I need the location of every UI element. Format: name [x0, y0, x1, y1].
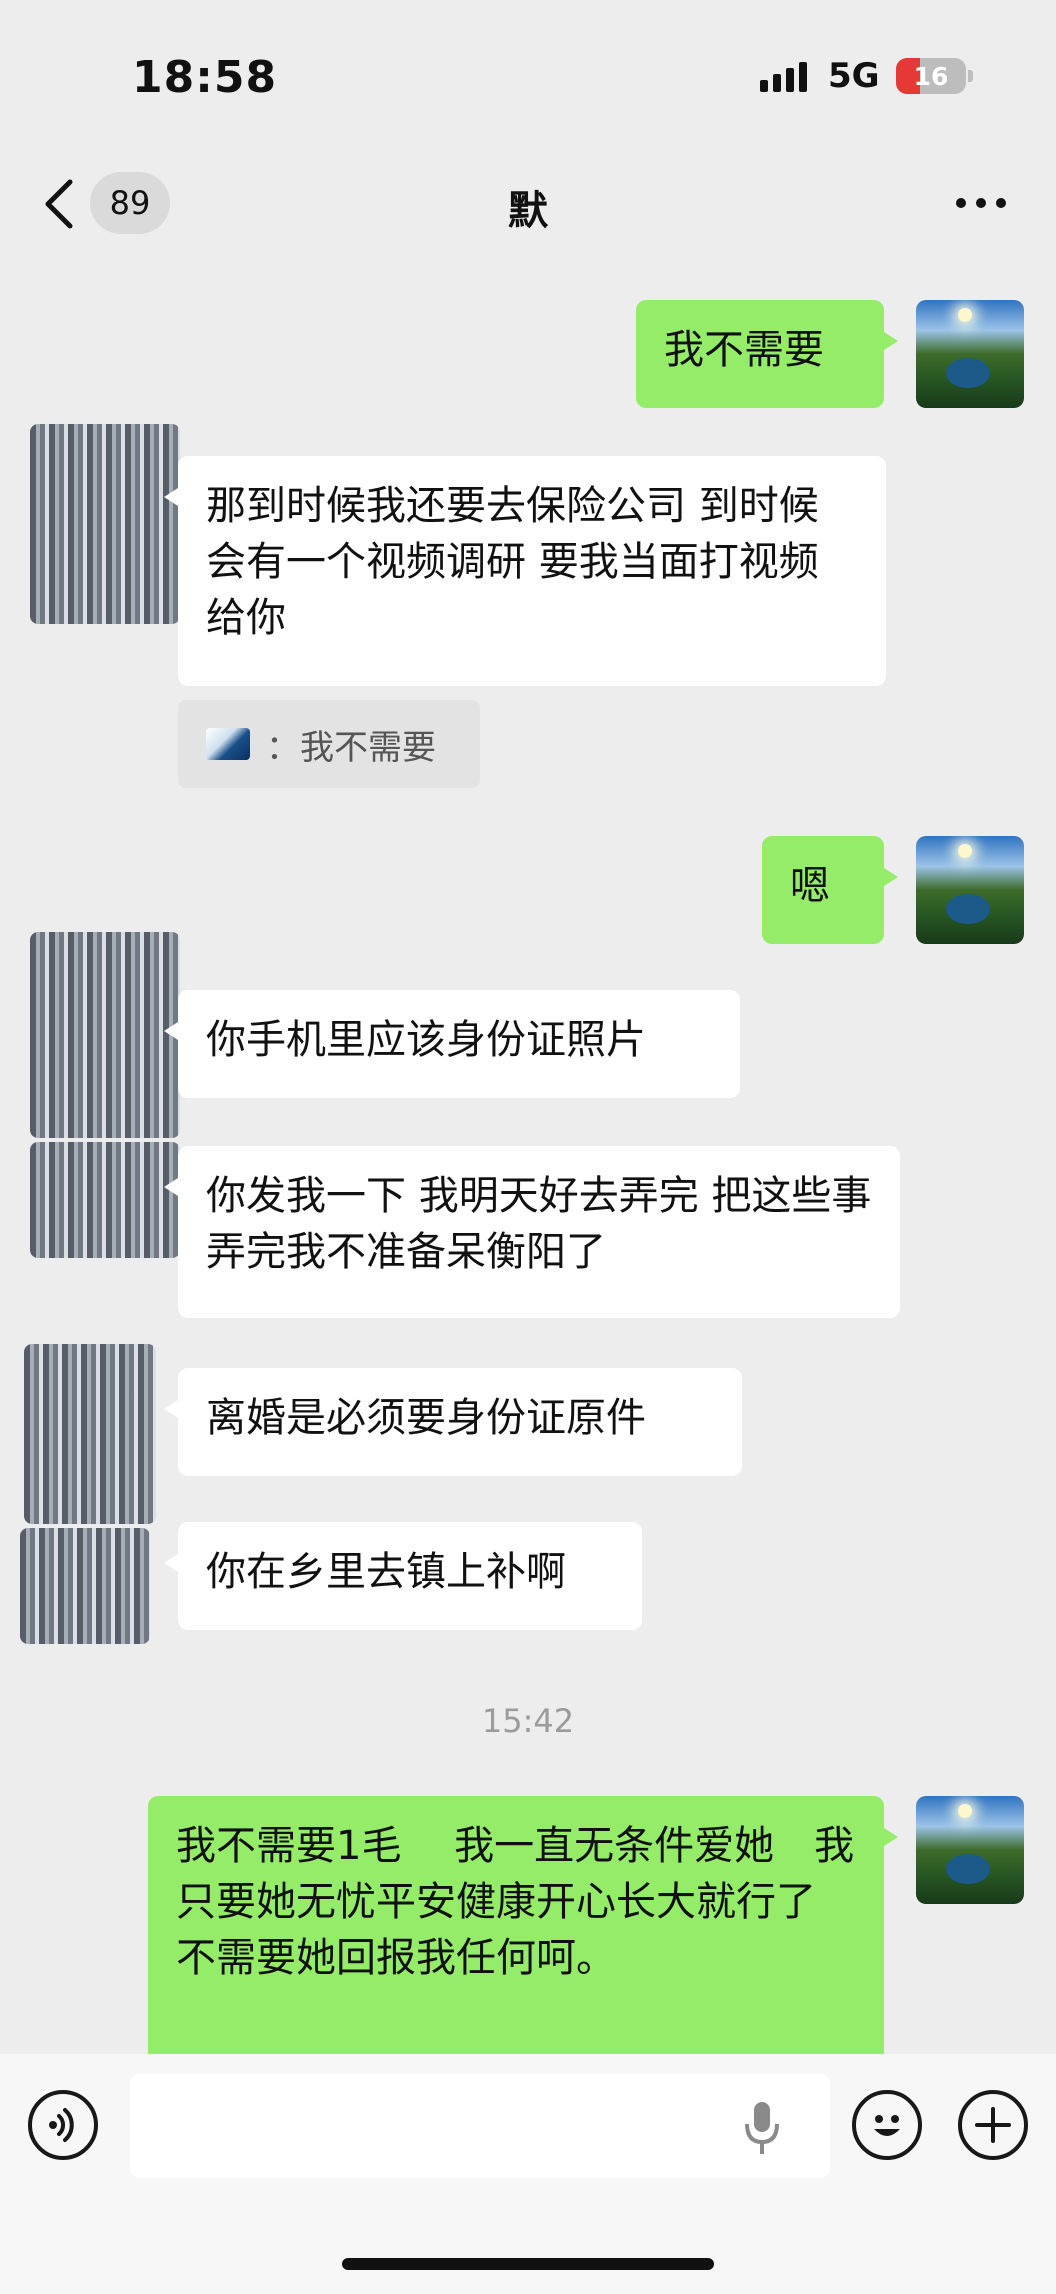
timestamp: 15:42 [481, 1702, 575, 1740]
network-label: 5G [828, 56, 880, 96]
voice-icon[interactable] [28, 2090, 98, 2160]
message-bubble-other[interactable]: 你发我一下 我明天好去弄完 把这些事弄完我不准备呆衡阳了 [164, 1146, 900, 1318]
home-indicator [342, 2258, 714, 2270]
wave-icon [206, 728, 250, 760]
more-icon[interactable] [956, 198, 1006, 208]
plus-icon[interactable] [958, 2090, 1028, 2160]
contact-avatar[interactable] [20, 1528, 150, 1644]
message-bubble-me[interactable]: 我不需要 [636, 300, 898, 408]
signal-icon [760, 62, 807, 92]
my-avatar[interactable] [916, 300, 1024, 408]
message-input[interactable] [130, 2074, 830, 2178]
emoji-icon[interactable] [852, 2090, 922, 2160]
mic-icon[interactable] [742, 2100, 782, 2156]
contact-avatar[interactable] [30, 424, 180, 624]
my-avatar[interactable] [916, 1796, 1024, 1904]
battery-icon: 16 [896, 58, 966, 94]
quoted-message[interactable]: ：我不需要 [178, 700, 480, 788]
message-bubble-other[interactable]: 离婚是必须要身份证原件 [164, 1368, 742, 1476]
message-bubble-other[interactable]: 那到时候我还要去保险公司 到时候会有一个视频调研 要我当面打视频给你 [164, 456, 886, 686]
message-bubble-other[interactable]: 你在乡里去镇上补啊 [164, 1522, 642, 1630]
message-bubble-me[interactable]: 我不需要1毛 我一直无条件爱她 我只要她无忧平安健康开心长大就行了 不需要她回报… [148, 1796, 898, 2086]
quoted-text: ：我不需要 [266, 727, 436, 768]
battery-tip [968, 70, 973, 82]
message-bubble-other[interactable]: 你手机里应该身份证照片 [164, 990, 740, 1098]
chat-title: 默 [508, 188, 548, 234]
contact-avatar[interactable] [24, 1344, 156, 1524]
contact-avatar[interactable] [30, 1142, 180, 1258]
battery-level: 16 [913, 61, 949, 91]
contact-avatar[interactable] [30, 932, 180, 1138]
my-avatar[interactable] [916, 836, 1024, 944]
status-time: 18:58 [132, 52, 278, 103]
message-bubble-me[interactable]: 嗯 [762, 836, 898, 944]
